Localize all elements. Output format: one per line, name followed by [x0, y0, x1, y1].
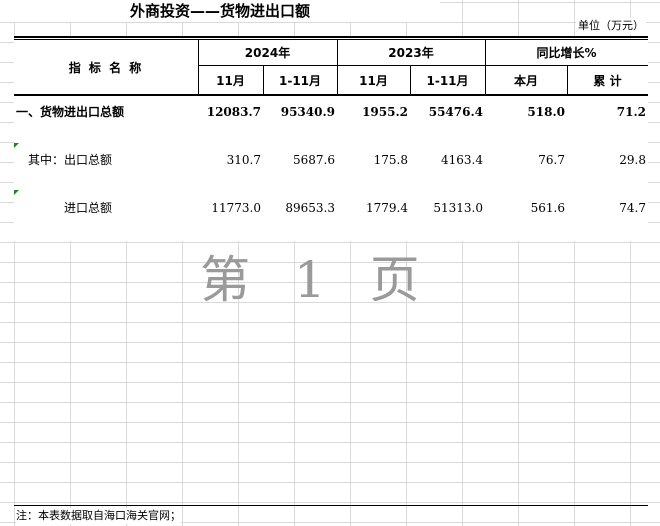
- cell-2024-ytd: 5687.6: [293, 153, 335, 167]
- table-title: 外商投资——货物进出口额: [0, 0, 440, 22]
- footer-border: [14, 505, 648, 506]
- cell-yoy-month: 518.0: [527, 105, 565, 119]
- header-year-2024: 2024年: [244, 46, 291, 60]
- table-body: 一、货物进出口总额 12083.7 95340.9 1955.2 55476.4…: [14, 96, 648, 241]
- cell-2023-ytd: 55476.4: [428, 105, 483, 119]
- header-cumulative: 累 计: [593, 73, 622, 88]
- page-watermark: 第 1 页: [200, 251, 434, 309]
- cell-2024-month: 310.7: [226, 153, 261, 167]
- cell-2023-month: 1779.4: [366, 201, 408, 215]
- footnote: 注：本表数据取自海口海关官网；: [16, 508, 181, 524]
- table-row: 进口总额 11773.0 89653.3 1779.4 51313.0 561.…: [14, 199, 648, 217]
- unit-label: 单位（万元）: [576, 18, 646, 34]
- header-2024-month: 11月: [216, 73, 245, 88]
- error-indicator-icon: [14, 143, 19, 148]
- row-label: 其中：出口总额: [28, 153, 113, 167]
- cell-yoy-month: 561.6: [530, 201, 565, 215]
- header-2023-ytd: 1-11月: [426, 73, 469, 88]
- cell-2023-month: 1955.2: [362, 105, 408, 119]
- spreadsheet-sheet: 外商投资——货物进出口额 单位（万元） 指 标 名 称 2024年 2023年 …: [0, 0, 660, 526]
- table-row: 一、货物进出口总额 12083.7 95340.9 1955.2 55476.4…: [14, 103, 648, 121]
- cell-yoy-cumulative: 74.7: [619, 201, 646, 215]
- row-label: 进口总额: [64, 201, 113, 215]
- header-2024-ytd: 1-11月: [278, 73, 322, 88]
- cell-2023-month: 175.8: [373, 153, 408, 167]
- row-label: 一、货物进出口总额: [16, 105, 125, 119]
- cell-yoy-cumulative: 71.2: [616, 105, 646, 119]
- cell-2024-ytd: 95340.9: [280, 105, 335, 119]
- cell-yoy-cumulative: 29.8: [619, 153, 646, 167]
- table-header: 指 标 名 称 2024年 2023年 同比增长% 11月 1-11月 11月 …: [14, 40, 648, 94]
- header-yoy-growth: 同比增长%: [536, 46, 597, 60]
- table-row: 其中：出口总额 310.7 5687.6 175.8 4163.4 76.7 2…: [14, 151, 648, 169]
- cell-2023-ytd: 4163.4: [441, 153, 483, 167]
- header-year-2023: 2023年: [388, 46, 434, 60]
- header-top-border: [14, 36, 648, 38]
- cell-2024-ytd: 89653.3: [285, 201, 335, 215]
- cell-2023-ytd: 51313.0: [433, 201, 483, 215]
- cell-2024-month: 12083.7: [206, 105, 261, 119]
- cell-yoy-month: 76.7: [538, 153, 565, 167]
- header-2023-month: 11月: [359, 73, 388, 88]
- header-indicator-name: 指 标 名 称: [68, 60, 144, 75]
- cell-2024-month: 11773.0: [211, 201, 261, 215]
- error-indicator-icon: [14, 190, 19, 195]
- header-this-month: 本月: [513, 73, 538, 88]
